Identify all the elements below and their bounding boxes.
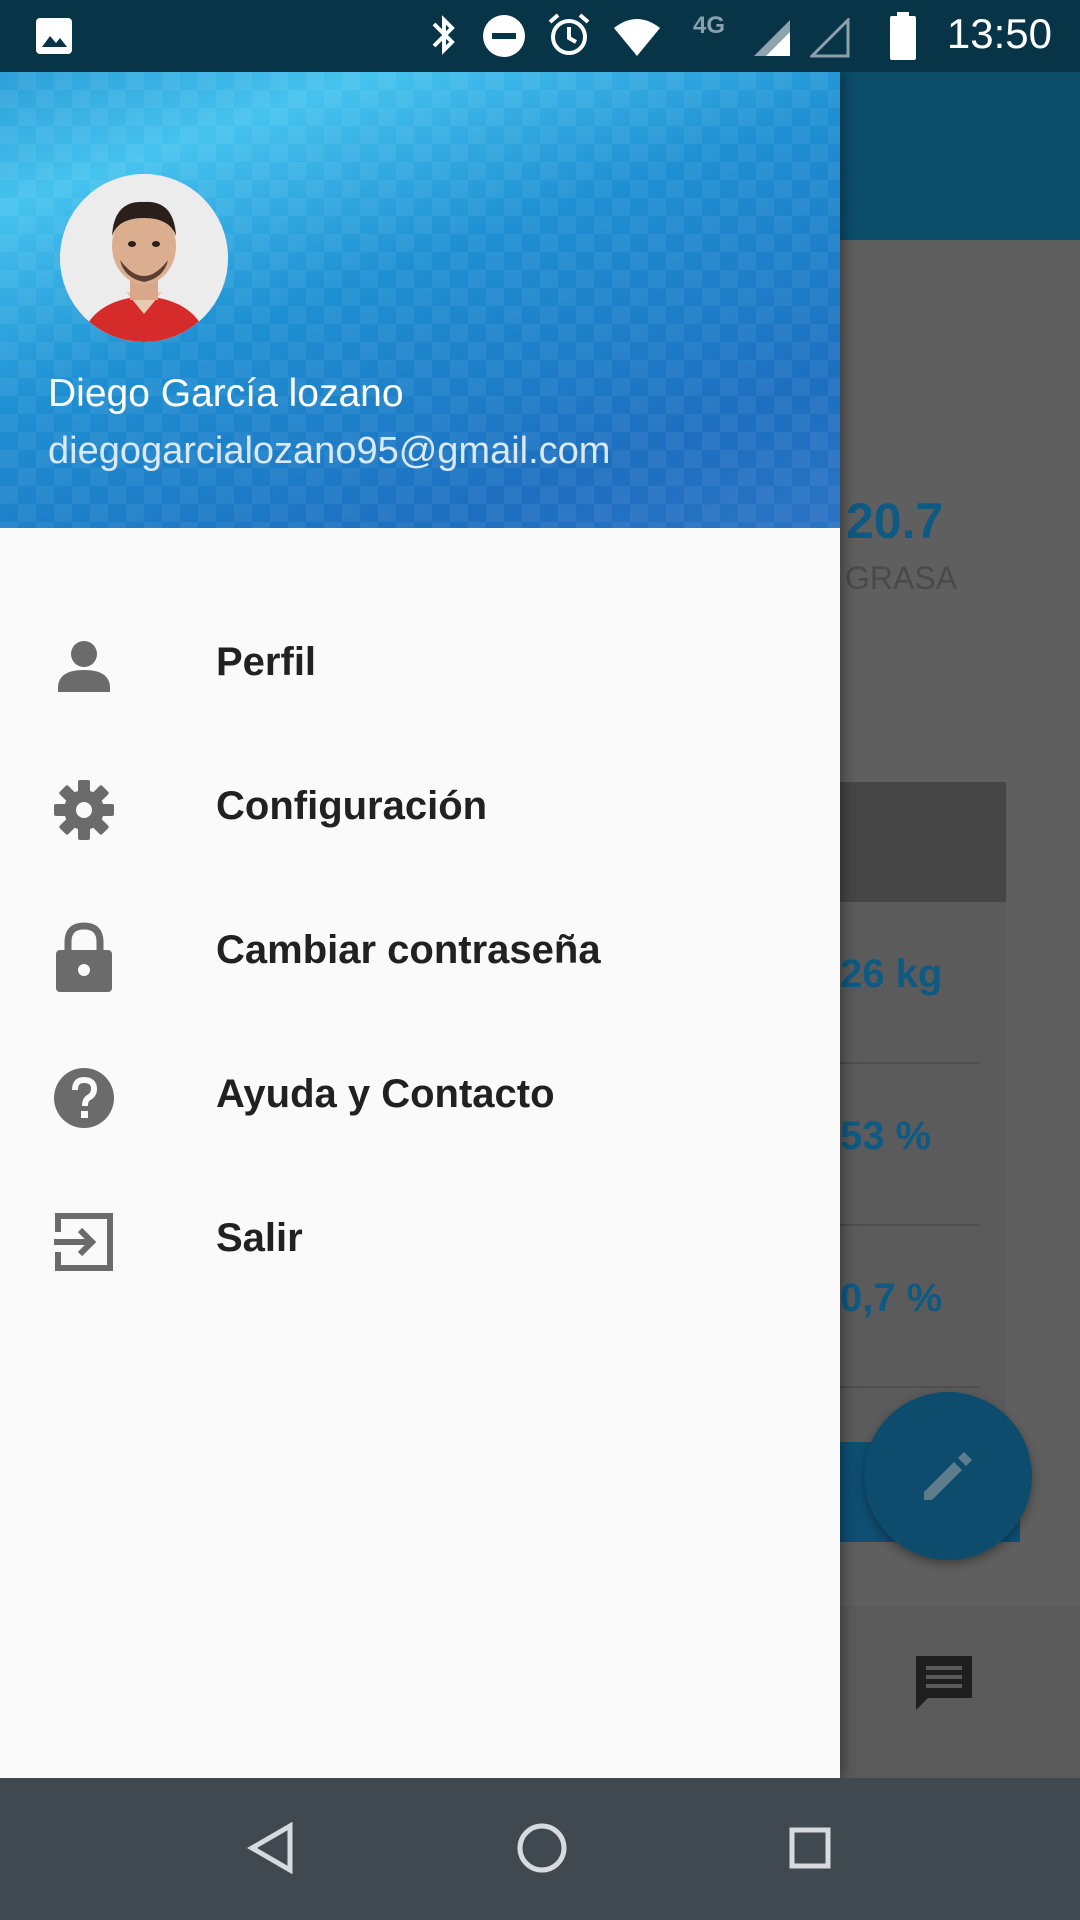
- menu-item-perfil[interactable]: Perfil: [0, 592, 840, 736]
- lock-icon: [52, 922, 116, 992]
- menu-item-label: Perfil: [216, 640, 317, 684]
- clock: 13:50: [946, 10, 1052, 57]
- drawer-header: Diego García lozano diegogarcialozano95@…: [0, 72, 840, 528]
- stats-row-value: 26 kg: [840, 952, 943, 996]
- signal-empty-icon: [808, 16, 850, 63]
- do-not-disturb-icon: [482, 14, 526, 63]
- recents-icon[interactable]: [788, 1826, 832, 1875]
- bluetooth-icon: [426, 12, 462, 63]
- battery-icon: [888, 12, 918, 65]
- network-type: 4G: [693, 12, 726, 39]
- status-bar: 4G 13:50: [0, 0, 1080, 72]
- menu-item-ayuda-contacto[interactable]: Ayuda y Contacto: [0, 1024, 840, 1168]
- avatar[interactable]: [60, 174, 228, 342]
- menu-item-configuracion[interactable]: Configuración: [0, 736, 840, 880]
- chat-icon[interactable]: [912, 1652, 976, 1721]
- settings-gear-icon: [52, 778, 116, 842]
- menu-item-salir[interactable]: Salir: [0, 1168, 840, 1312]
- exit-icon: [52, 1210, 116, 1274]
- person-icon: [52, 634, 116, 698]
- menu-item-cambiar-contrasena[interactable]: Cambiar contraseña: [0, 880, 840, 1024]
- menu-item-label: Configuración: [216, 784, 488, 828]
- fat-stat-value: 20.7: [846, 493, 944, 549]
- wifi-icon: [612, 16, 662, 61]
- navigation-drawer: Diego García lozano diegogarcialozano95@…: [0, 72, 840, 1778]
- help-icon: [52, 1066, 116, 1130]
- stats-row-value: 53 %: [840, 1114, 932, 1158]
- home-icon[interactable]: [514, 1820, 570, 1881]
- fat-stat-label: GRASA: [845, 560, 958, 596]
- user-name: Diego García lozano: [48, 372, 404, 415]
- menu-item-label: Cambiar contraseña: [216, 928, 601, 972]
- menu-item-label: Salir: [216, 1216, 303, 1260]
- edit-fab[interactable]: [864, 1392, 1032, 1560]
- stats-row-value: 0,7 %: [840, 1276, 943, 1320]
- pencil-icon: [924, 1452, 972, 1500]
- system-navigation-bar: [0, 1778, 1080, 1920]
- alarm-icon: [546, 12, 592, 63]
- menu-item-label: Ayuda y Contacto: [216, 1072, 555, 1116]
- image-icon: [34, 16, 74, 61]
- signal-icon: [752, 18, 792, 63]
- user-email: diegogarcialozano95@gmail.com: [48, 430, 611, 472]
- back-icon[interactable]: [246, 1821, 296, 1879]
